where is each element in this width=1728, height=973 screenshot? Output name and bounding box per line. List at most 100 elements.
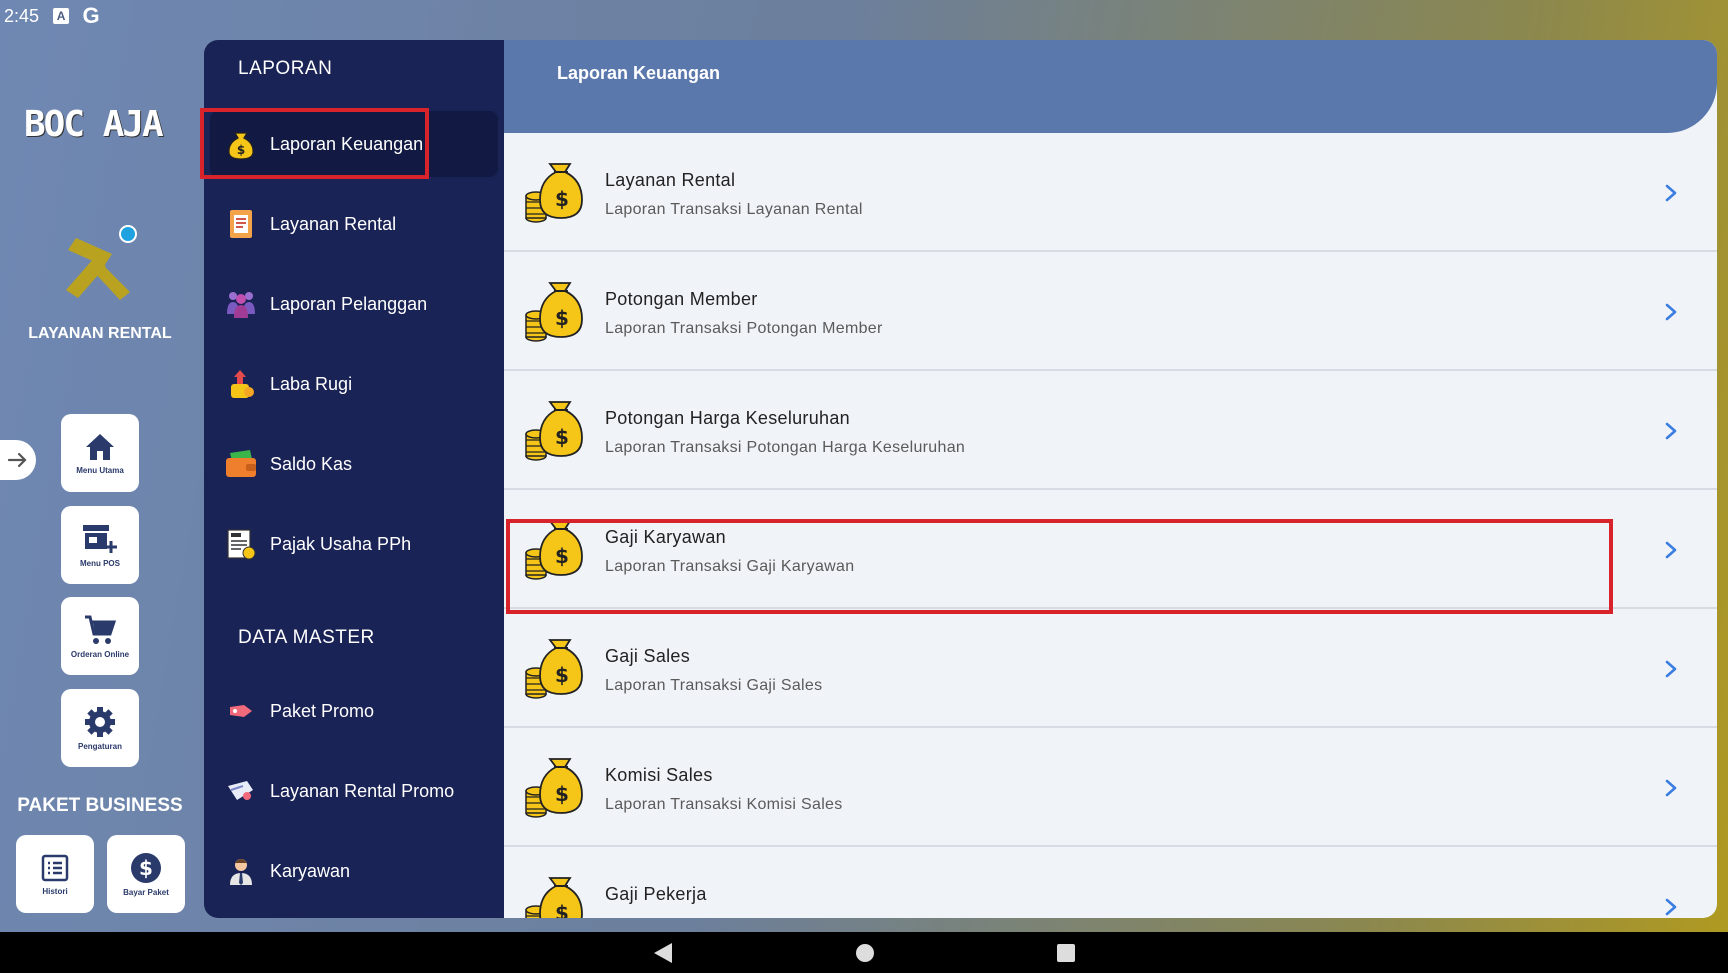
- money-bag-icon: $: [524, 636, 586, 700]
- recents-icon[interactable]: [1056, 943, 1076, 963]
- people-icon: [224, 287, 258, 321]
- row-subtitle: Laporan Transaksi Layanan Rental: [605, 201, 863, 218]
- menu-item-label: Paket Promo: [270, 700, 375, 721]
- content-panel: Laporan Keuangan $ Layanan Rental Laporan …: [504, 40, 1717, 918]
- row-subtitle: Laporan Transaksi Gaji Sales: [605, 677, 823, 694]
- svg-text:$: $: [555, 425, 569, 449]
- wallet-icon: [224, 447, 258, 481]
- menu-item-karyawan[interactable]: Karyawan: [210, 838, 498, 904]
- chevron-right-icon: [1663, 421, 1679, 441]
- chevron-right-icon: [1663, 659, 1679, 679]
- page-title: Laporan Keuangan: [557, 63, 721, 83]
- chevron-right-icon: [1663, 778, 1679, 798]
- menu-item-label: Layanan Rental: [270, 213, 397, 234]
- back-icon[interactable]: [652, 941, 674, 965]
- menu-item-label: Laporan Pelanggan: [270, 293, 428, 314]
- highlight-laporan-keuangan: [200, 108, 429, 179]
- money-bag-icon: $: [524, 874, 586, 918]
- home-icon: [86, 433, 114, 460]
- row-title: Gaji Sales: [605, 646, 691, 666]
- menu-item-layanan-rental[interactable]: Layanan Rental: [210, 191, 498, 257]
- dollar-icon: $: [131, 852, 161, 883]
- bayar-paket-label: Bayar Paket: [123, 887, 169, 897]
- bayar-paket-button[interactable]: $ Bayar Paket: [107, 835, 185, 913]
- android-nav-bar: [0, 932, 1728, 973]
- money-bag-icon: $: [524, 755, 586, 819]
- report-row[interactable]: $ Potongan Harga Keseluruhan Laporan Trans…: [504, 371, 1717, 490]
- hammer-logo-icon: [66, 225, 137, 300]
- expand-arrow-button[interactable]: [0, 440, 36, 480]
- orderan-online-button[interactable]: Orderan Online: [61, 597, 139, 675]
- menu-pos-button[interactable]: Menu POS: [61, 506, 139, 584]
- promo-icon: [224, 774, 258, 808]
- highlight-gaji-karyawan: [506, 519, 1613, 614]
- money-bag-icon: $: [524, 279, 586, 343]
- histori-button[interactable]: Histori: [16, 835, 94, 913]
- svg-text:$: $: [555, 306, 569, 330]
- row-subtitle: Laporan Transaksi Potongan Member: [605, 320, 883, 337]
- row-title: Potongan Harga Keseluruhan: [605, 408, 850, 428]
- profit-icon: [224, 367, 258, 401]
- chevron-right-icon: [1663, 540, 1679, 560]
- report-row[interactable]: $ Layanan Rental Laporan Transaksi Layanan…: [504, 133, 1717, 252]
- menu-item-label: Karyawan: [270, 860, 351, 881]
- content-header: Laporan Keuangan: [504, 40, 1717, 133]
- chevron-right-icon: [1663, 897, 1679, 917]
- row-title: Layanan Rental: [605, 170, 736, 190]
- gear-icon: [85, 706, 115, 737]
- document-icon: [224, 207, 258, 241]
- svg-text:$: $: [555, 187, 569, 211]
- chevron-right-icon: [1663, 183, 1679, 203]
- row-subtitle: Laporan Transaksi Potongan Harga Keselur…: [605, 439, 966, 456]
- menu-utama-label: Menu Utama: [76, 465, 124, 475]
- status-time: 2:45: [4, 5, 40, 26]
- store-add-icon: [83, 524, 117, 553]
- report-row[interactable]: $ Potongan Member Laporan Transaksi Potong…: [504, 252, 1717, 371]
- pengaturan-label: Pengaturan: [77, 741, 122, 751]
- menu-item-laba-rugi[interactable]: Laba Rugi: [210, 351, 498, 417]
- status-bar: 2:45 A G: [0, 0, 1728, 32]
- menu-item-label: Laba Rugi: [270, 373, 353, 394]
- tax-icon: [224, 527, 258, 561]
- svg-text:$: $: [555, 901, 569, 918]
- pengaturan-button[interactable]: Pengaturan: [61, 689, 139, 767]
- section-laporan: LAPORAN: [238, 58, 333, 79]
- menu-item-label: Layanan Rental Promo: [270, 780, 455, 801]
- orderan-online-label: Orderan Online: [70, 649, 130, 659]
- list-icon: [41, 854, 69, 881]
- row-title: Potongan Member: [605, 289, 758, 309]
- svg-text:$: $: [139, 856, 153, 880]
- arrow-right-icon: [7, 452, 27, 468]
- section-data-master: DATA MASTER: [238, 627, 375, 648]
- menu-item-layanan-rental-promo[interactable]: Layanan Rental Promo: [210, 758, 498, 824]
- histori-label: Histori: [42, 886, 68, 896]
- menu-item-laporan-pelanggan[interactable]: Laporan Pelanggan: [210, 271, 498, 337]
- cart-icon: [85, 615, 117, 644]
- menu-item-saldo-kas[interactable]: Saldo Kas: [210, 431, 498, 497]
- employee-icon: [224, 854, 258, 888]
- menu-utama-button[interactable]: Menu Utama: [61, 414, 139, 492]
- chevron-right-icon: [1663, 302, 1679, 322]
- google-icon: G: [82, 3, 100, 28]
- tag-icon: [224, 694, 258, 728]
- a-icon: A: [53, 8, 70, 24]
- menu-item-pajak-usaha[interactable]: Pajak Usaha PPh: [210, 511, 498, 577]
- row-title: Komisi Sales: [605, 765, 713, 785]
- paket-business-title: PAKET BUSINESS: [17, 795, 183, 816]
- money-bag-icon: $: [524, 160, 586, 224]
- row-subtitle: Laporan Transaksi Komisi Sales: [605, 796, 843, 813]
- svg-text:$: $: [555, 663, 569, 687]
- report-row[interactable]: $ Komisi Sales Laporan Transaksi Komisi Sa…: [504, 728, 1717, 847]
- home-nav-icon[interactable]: [854, 942, 876, 964]
- app-label: LAYANAN RENTAL: [28, 325, 172, 342]
- report-row[interactable]: $ Gaji Sales Laporan Transaksi Gaji Sales: [504, 609, 1717, 728]
- svg-text:$: $: [555, 782, 569, 806]
- menu-item-paket-promo[interactable]: Paket Promo: [210, 678, 498, 744]
- app-logo: BOC AJA: [24, 103, 164, 145]
- row-title: Gaji Pekerja: [605, 884, 707, 904]
- menu-pos-label: Menu POS: [79, 558, 120, 568]
- menu-item-label: Pajak Usaha PPh: [270, 533, 412, 554]
- report-row[interactable]: $ Gaji Pekerja: [504, 847, 1717, 918]
- money-bag-icon: $: [524, 398, 586, 462]
- menu-item-label: Saldo Kas: [270, 453, 353, 474]
